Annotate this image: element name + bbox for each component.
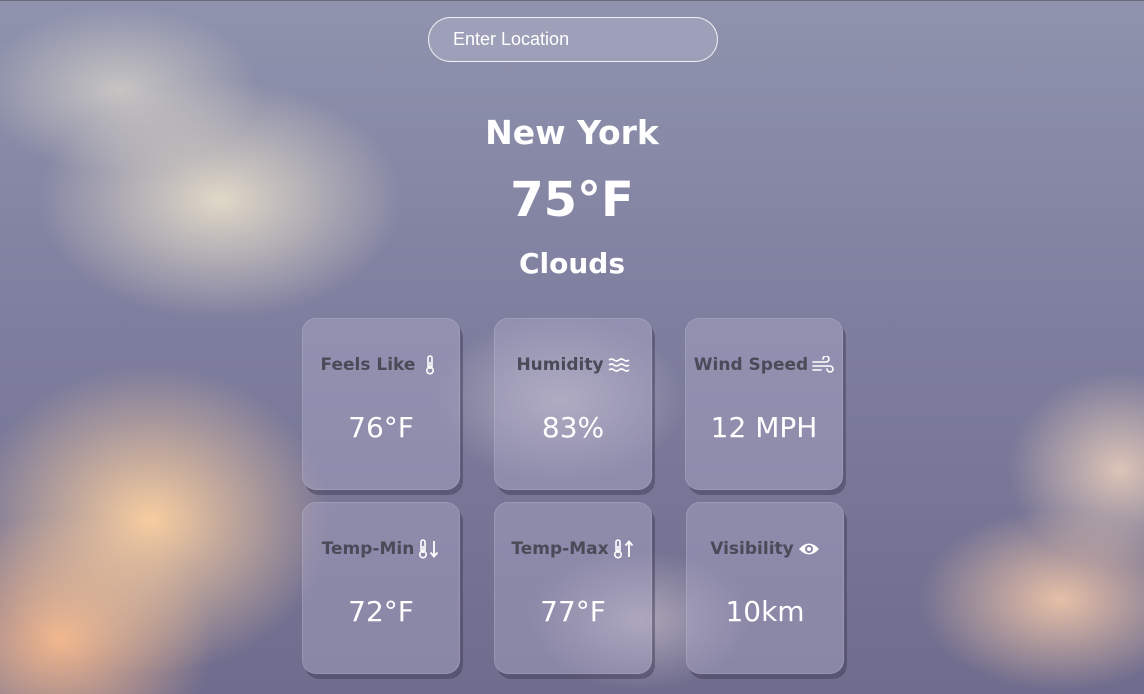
- thermometer-icon: [419, 355, 441, 375]
- thermometer-down-icon: [418, 539, 440, 559]
- humidity-label-row: Humidity: [495, 355, 651, 375]
- humidity-waves-icon: [608, 355, 630, 375]
- temp-min-value: 72°F: [348, 595, 414, 628]
- city-name: New York: [485, 113, 659, 152]
- temp-min-label-row: Temp-Min: [303, 539, 459, 559]
- wind-icon: [812, 355, 834, 375]
- feels-like-value: 76°F: [348, 411, 414, 444]
- wind-speed-label-row: Wind Speed: [686, 355, 842, 375]
- humidity-card: Humidity 83%: [494, 318, 652, 490]
- eye-icon: [798, 539, 820, 559]
- temp-max-card: Temp-Max 77°F: [494, 502, 652, 674]
- current-temperature: 75°F: [510, 172, 634, 228]
- weather-condition: Clouds: [518, 247, 626, 280]
- temp-max-label-row: Temp-Max: [495, 539, 651, 559]
- humidity-label: Humidity: [516, 355, 604, 375]
- temp-max-label: Temp-Max: [511, 539, 609, 559]
- temp-min-card: Temp-Min 72°F: [302, 502, 460, 674]
- visibility-label: Visibility: [710, 539, 794, 559]
- location-search-input[interactable]: [428, 17, 718, 62]
- wind-speed-label: Wind Speed: [693, 355, 809, 375]
- visibility-value: 10km: [725, 595, 805, 628]
- temp-min-label: Temp-Min: [321, 539, 415, 559]
- thermometer-up-icon: [613, 539, 635, 559]
- wind-speed-card: Wind Speed 12 MPH: [685, 318, 843, 490]
- top-border: [0, 0, 1144, 1]
- feels-like-card: Feels Like 76°F: [302, 318, 460, 490]
- wind-speed-value: 12 MPH: [710, 411, 818, 444]
- temp-max-value: 77°F: [540, 595, 606, 628]
- visibility-label-row: Visibility: [687, 539, 843, 559]
- feels-like-label-row: Feels Like: [303, 355, 459, 375]
- feels-like-label: Feels Like: [320, 355, 416, 375]
- humidity-value: 83%: [541, 411, 605, 444]
- visibility-card: Visibility 10km: [686, 502, 844, 674]
